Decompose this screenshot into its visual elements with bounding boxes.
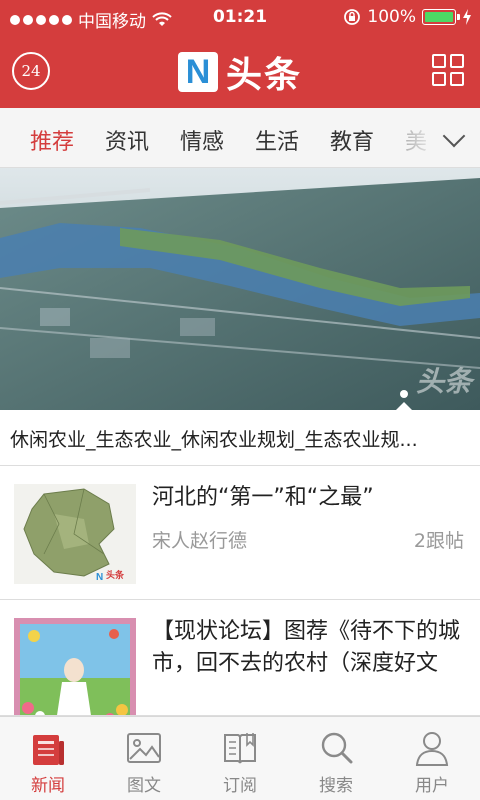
nav-label: 用户 bbox=[415, 776, 449, 796]
hero-image bbox=[0, 168, 480, 410]
title-bar: 24 N 头条 bbox=[0, 34, 480, 108]
slide-indicator bbox=[400, 390, 408, 398]
nav-label: 图文 bbox=[127, 776, 161, 796]
user-icon bbox=[415, 732, 449, 766]
clock-badge-number: 24 bbox=[21, 62, 41, 80]
app-header: 中国移动 01:21 100% 24 N 头条 bbox=[0, 0, 480, 108]
nav-label: 订阅 bbox=[223, 776, 257, 796]
tab-recommend[interactable]: 推荐 bbox=[30, 124, 74, 156]
hero-banner[interactable]: 头条 bbox=[0, 168, 480, 410]
news-item[interactable]: N 头条 河北的“第一”和“之最” 宋人赵行德 2跟帖 bbox=[0, 466, 480, 600]
news-title: 【现状论坛】图荐《待不下的城市，回不去的农村（深度好文 bbox=[152, 619, 461, 676]
svg-text:N: N bbox=[96, 572, 103, 583]
category-tabs: 推荐 资讯 情感 生活 教育 美 bbox=[0, 108, 480, 168]
news-item[interactable]: 【现状论坛】图荐《待不下的城市，回不去的农村（深度好文 bbox=[0, 600, 480, 716]
news-thumbnail: N 头条 bbox=[14, 484, 136, 584]
news-thumbnail bbox=[14, 618, 136, 715]
newspaper-icon bbox=[33, 735, 64, 765]
battery-percent: 100% bbox=[367, 7, 416, 27]
nav-label: 搜索 bbox=[319, 776, 353, 796]
search-icon bbox=[321, 732, 353, 764]
logo-text: 头条 bbox=[226, 55, 303, 96]
comment-count[interactable]: 2跟帖 bbox=[414, 526, 464, 553]
clock-24-icon[interactable]: 24 bbox=[12, 52, 50, 90]
grid-menu-icon[interactable] bbox=[432, 54, 464, 86]
tab-life[interactable]: 生活 bbox=[255, 124, 299, 156]
image-icon bbox=[127, 733, 161, 763]
news-title: 河北的“第一”和“之最” bbox=[152, 485, 374, 510]
bottom-nav: 新闻 图文 订阅 搜索 用户 bbox=[0, 716, 480, 800]
logo-n-icon: N bbox=[178, 52, 218, 92]
nav-pictures[interactable]: 图文 bbox=[96, 717, 192, 800]
thumb-watermark: 头条 bbox=[106, 571, 125, 581]
tab-education[interactable]: 教育 bbox=[330, 124, 374, 156]
tab-emotion[interactable]: 情感 bbox=[180, 124, 224, 156]
nav-search[interactable]: 搜索 bbox=[288, 717, 384, 800]
charging-icon bbox=[463, 9, 471, 25]
hero-caption[interactable]: 休闲农业_生态农业_休闲农业规划_生态农业规... bbox=[0, 410, 480, 466]
tab-news[interactable]: 资讯 bbox=[105, 124, 149, 156]
nav-subscribe[interactable]: 订阅 bbox=[192, 717, 288, 800]
chevron-down-icon[interactable] bbox=[442, 124, 466, 148]
book-icon bbox=[224, 733, 256, 764]
nav-news[interactable]: 新闻 bbox=[0, 717, 96, 800]
battery-icon bbox=[422, 9, 460, 25]
nav-label: 新闻 bbox=[31, 776, 65, 796]
hero-watermark: 头条 bbox=[415, 365, 472, 398]
status-bar: 中国移动 01:21 100% bbox=[0, 0, 480, 34]
app-logo: N 头条 bbox=[178, 46, 302, 98]
news-author: 宋人赵行德 bbox=[152, 530, 248, 552]
nav-user[interactable]: 用户 bbox=[384, 717, 480, 800]
rotation-lock-icon bbox=[344, 9, 361, 25]
